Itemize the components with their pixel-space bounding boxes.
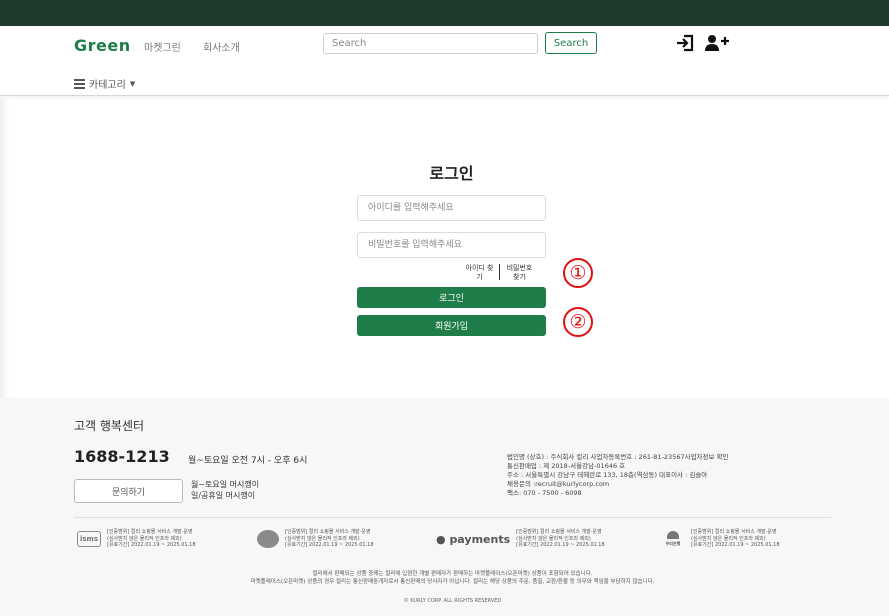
company-info-line: 주소 : 서울특별시 강남구 테헤란로 133, 18층(역삼동) 대표이사 :… xyxy=(507,471,708,479)
payments-logo-text: payments xyxy=(449,532,511,546)
payments-logo-icon: ● payments xyxy=(436,532,511,546)
category-label: 카테고리 xyxy=(89,80,126,91)
cert-line: [유효기간] 2022.01.19 ~ 2025.01.18 xyxy=(691,542,780,549)
login-title: 로그인 xyxy=(429,164,474,183)
company-info-line: 팩스: 070 - 7500 - 6098 xyxy=(507,489,582,497)
isms-icon: isms xyxy=(77,531,101,547)
site-logo[interactable]: Green xyxy=(74,36,131,55)
cert-line: [인증범위] 컬리 쇼핑몰 서비스 개발·운영 xyxy=(691,529,777,536)
inquiry-hours-weekday: 월~토요일 머시깽이 xyxy=(191,480,260,489)
user-id-input[interactable] xyxy=(357,195,546,221)
inquiry-hours-holiday: 일/공휴일 머시깽이 xyxy=(191,491,256,500)
cert-bank: 우리은행 [인증범위] 컬리 쇼핑몰 서비스 개발·운영 (심사받지 않은 물리… xyxy=(661,526,780,552)
annotation-marker-1: ① xyxy=(563,258,593,288)
annotation-marker-2: ② xyxy=(563,307,593,337)
copyright: © KURLY CORP. ALL RIGHTS RESERVED xyxy=(403,598,502,604)
cert-line: [유효기간] 2022.01.19 ~ 2025.01.18 xyxy=(285,542,374,549)
woori-bank-label: 우리은행 xyxy=(665,541,681,546)
category-menu[interactable]: 카테고리 ▼ xyxy=(74,76,135,91)
link-divider xyxy=(499,264,500,280)
footer-divider xyxy=(74,517,831,518)
login-button[interactable]: 로그인 xyxy=(357,287,546,308)
marketplace-notice: 컬리에서 판매되는 상품 중에는 컬리에 입점한 개별 판매자가 판매하는 마켓… xyxy=(74,570,831,586)
find-id-link[interactable]: 아이디 찾기 xyxy=(463,264,496,282)
caret-down-icon: ▼ xyxy=(129,79,136,88)
cert-line: [인증범위] 컬리 쇼핑몰 서비스 개발·운영 xyxy=(107,529,193,536)
cert-payments: ● payments [인증범위] 컬리 쇼핑몰 서비스 개발·운영 (심사받지… xyxy=(436,526,605,552)
cert-line: [인증범위] 컬리 쇼핑몰 서비스 개발·운영 xyxy=(516,529,602,536)
customer-center-title: 고객 행복센터 xyxy=(74,419,145,433)
inquiry-hours: 월~토요일 머시깽이 일/공휴일 머시깽이 xyxy=(191,479,259,501)
notice-line: 마켓플레이스(오픈마켓) 상품의 경우 컬리는 통신판매중개자로서 통신판매의 … xyxy=(250,579,655,585)
top-bar xyxy=(0,0,889,26)
cert-privacy: [인증범위] 컬리 쇼핑몰 서비스 개발·운영 (심사받지 않은 물리적 인프라… xyxy=(257,526,374,552)
nav-link-about[interactable]: 회사소개 xyxy=(203,39,240,54)
login-icon[interactable] xyxy=(675,34,695,52)
company-info-line: 통신판매업 : 제 2018-서울강남-01646 호 xyxy=(507,462,626,470)
search-button[interactable]: Search xyxy=(545,32,597,54)
customer-hours: 월~토요일 오전 7시 - 오후 6시 xyxy=(188,456,308,466)
cert-isms: isms [인증범위] 컬리 쇼핑몰 서비스 개발·운영 (심사받지 않은 물리… xyxy=(77,526,196,552)
privacy-seal-icon xyxy=(257,530,279,548)
cert-line: [인증범위] 컬리 쇼핑몰 서비스 개발·운영 xyxy=(285,529,371,536)
signup-button[interactable]: 회원가입 xyxy=(357,315,546,336)
customer-phone: 1688-1213 xyxy=(74,447,170,466)
company-info-line: 채용문의 :recruit@kurlycorp.com xyxy=(507,480,610,488)
company-info: 법인명 (상호) : 주식회사 컬리 사업자등록번호 : 261-81-2356… xyxy=(507,453,729,498)
nav-link-market[interactable]: 마켓그린 xyxy=(144,39,181,54)
password-input[interactable] xyxy=(357,232,546,258)
cert-line: [유효기간] 2022.01.19 ~ 2025.01.18 xyxy=(107,542,196,549)
cert-line: [유효기간] 2022.01.19 ~ 2025.01.18 xyxy=(516,542,605,549)
find-links: 아이디 찾기 비밀번호 찾기 xyxy=(463,264,536,282)
site-footer: 고객 행복센터 1688-1213 월~토요일 오전 7시 - 오후 6시 문의… xyxy=(0,398,889,616)
find-password-link[interactable]: 비밀번호 찾기 xyxy=(503,264,536,282)
hamburger-icon xyxy=(74,79,85,89)
company-info-line: 법인명 (상호) : 주식회사 컬리 사업자등록번호 : 261-81-2356… xyxy=(507,453,729,461)
woori-bank-icon: 우리은행 xyxy=(661,529,685,549)
inquiry-button[interactable]: 문의하기 xyxy=(74,479,183,503)
notice-line: 컬리에서 판매되는 상품 중에는 컬리에 입점한 개별 판매자가 판매하는 마켓… xyxy=(312,571,593,577)
site-header: Green 마켓그린 회사소개 Search 카테고리 ▼ xyxy=(0,26,889,96)
user-plus-icon[interactable] xyxy=(704,34,730,52)
search-input[interactable] xyxy=(323,33,538,54)
